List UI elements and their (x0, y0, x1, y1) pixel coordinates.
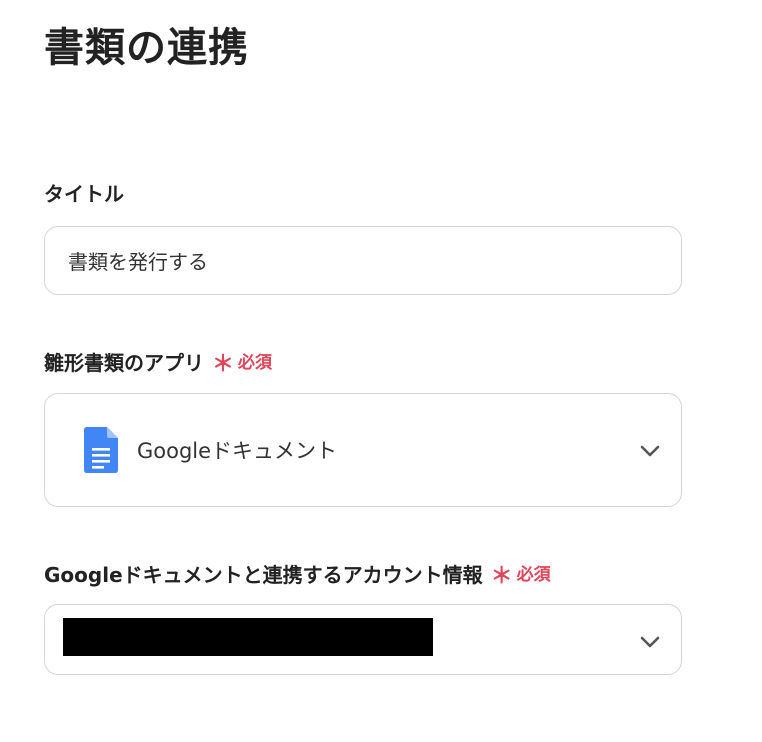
chevron-down-icon[interactable] (639, 443, 661, 457)
account-select[interactable] (44, 604, 682, 675)
title-field-label: タイトル (44, 180, 124, 208)
account-label-text: Googleドキュメントと連携するアカウント情報 (44, 563, 483, 587)
required-badge: ＊ 必須 (491, 561, 551, 589)
selected-app-name: Googleドキュメント (137, 439, 338, 463)
required-text: 必須 (238, 353, 273, 373)
required-asterisk: ＊ (490, 564, 513, 589)
account-field-label: Googleドキュメントと連携するアカウント情報 ＊ 必須 (44, 561, 551, 589)
title-input[interactable]: 書類を発行する (44, 226, 682, 295)
page-title: 書類の連携 (44, 25, 249, 71)
template-app-label-text: 雛形書類のアプリ (44, 351, 204, 375)
required-text: 必須 (516, 565, 551, 585)
template-app-field-label: 雛形書類のアプリ ＊ 必須 (44, 349, 272, 377)
title-input-value: 書類を発行する (68, 250, 208, 274)
required-asterisk: ＊ (212, 352, 235, 377)
template-app-select[interactable]: Googleドキュメント (44, 393, 682, 507)
required-badge: ＊ 必須 (212, 349, 272, 377)
title-label-text: タイトル (44, 182, 124, 206)
chevron-down-icon[interactable] (639, 634, 661, 648)
google-docs-icon (84, 427, 118, 473)
redacted-account-value (63, 618, 433, 656)
